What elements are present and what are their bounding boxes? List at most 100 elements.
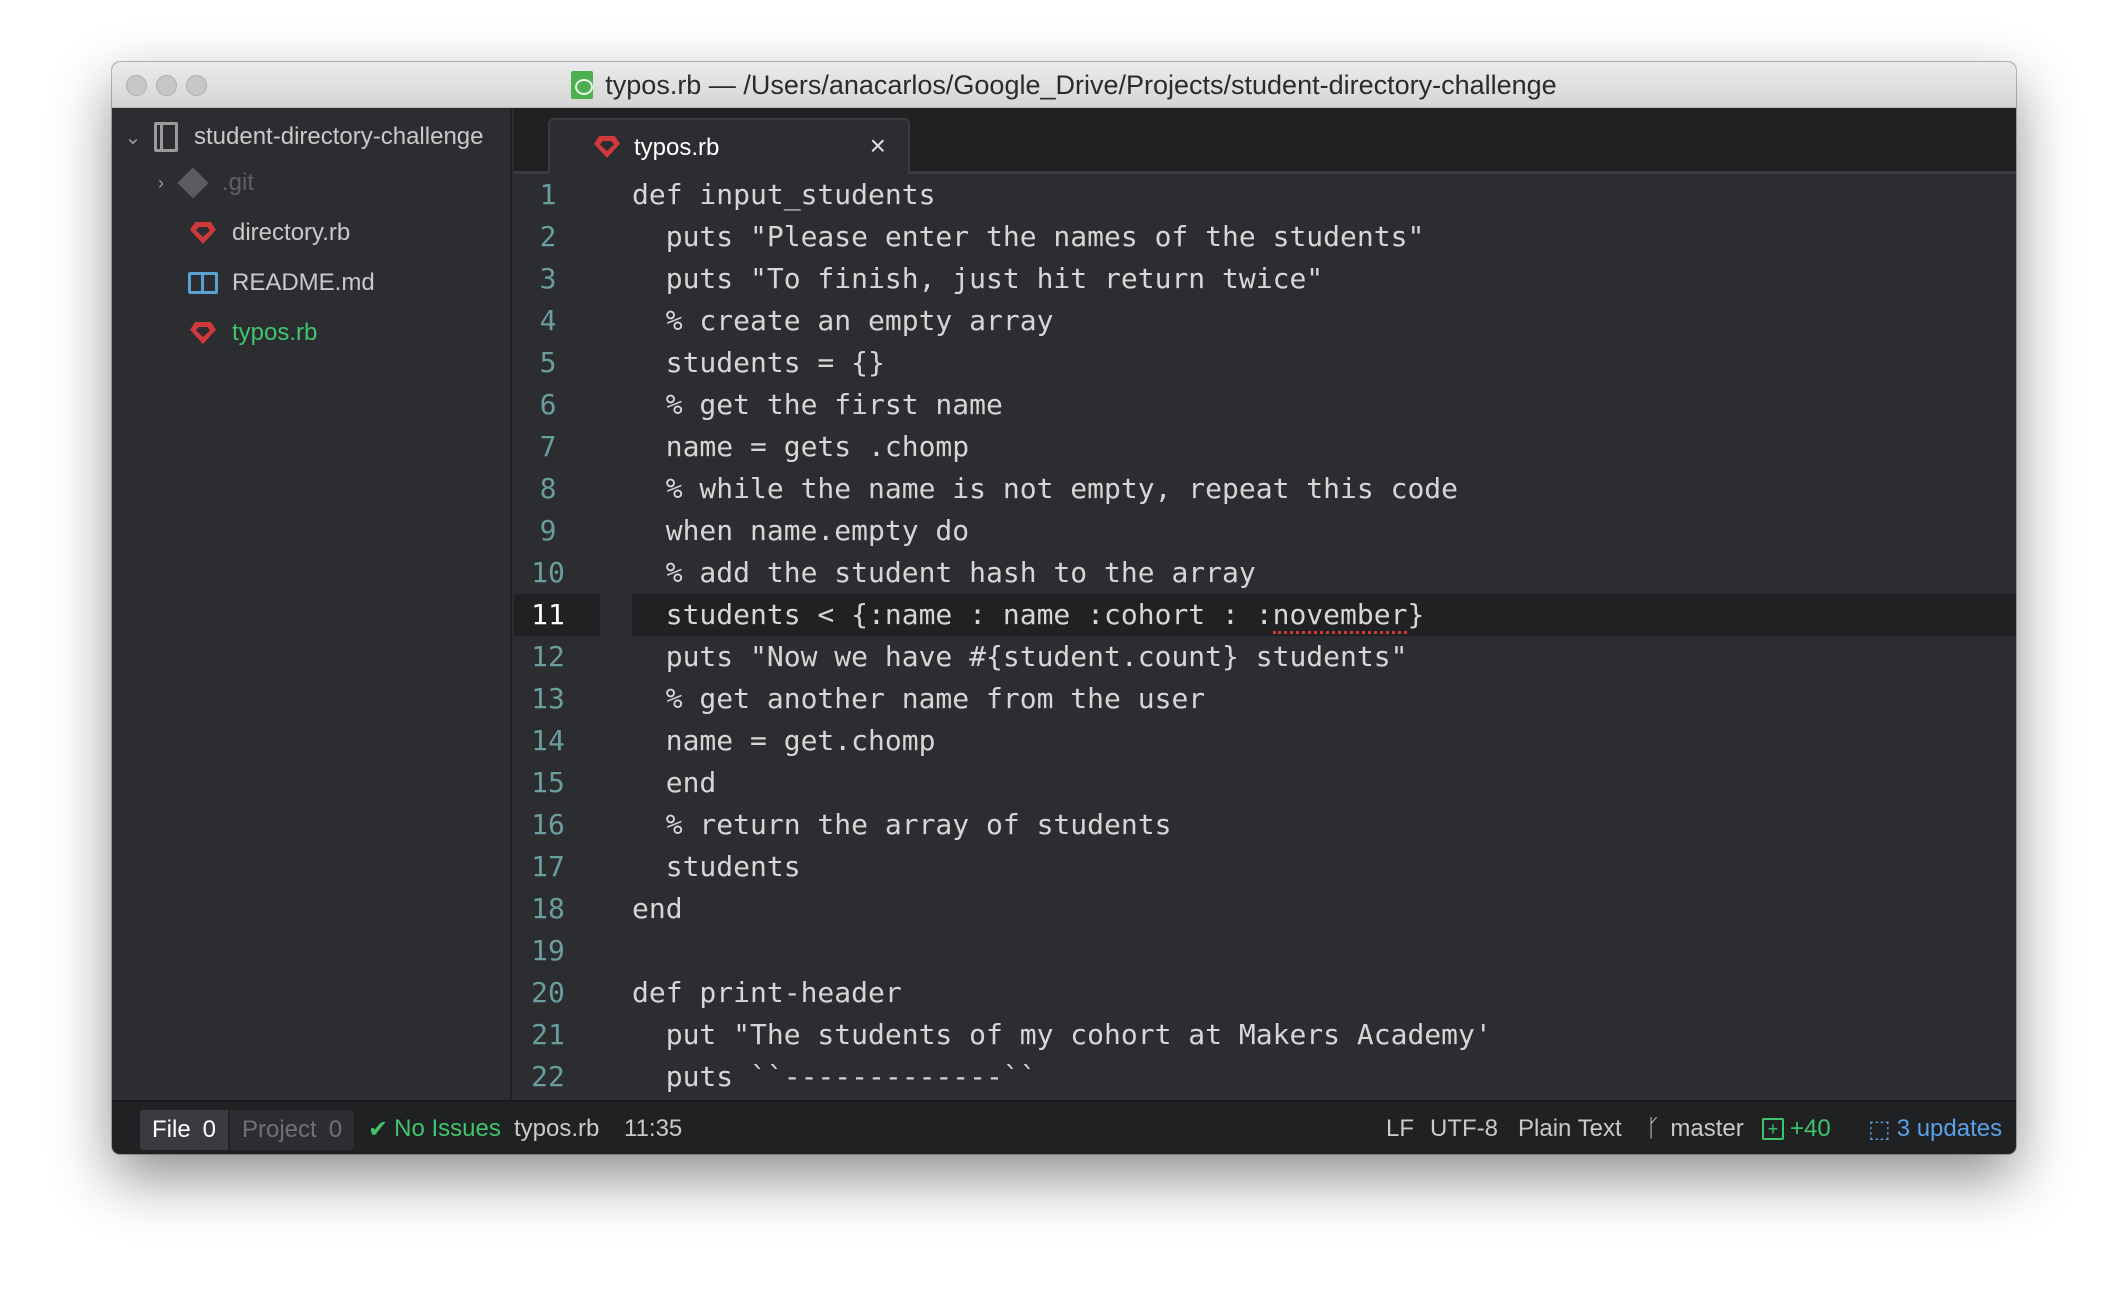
code-text: % while the name is not empty, repeat th… xyxy=(632,472,1459,505)
file-count: 0 xyxy=(202,1116,217,1143)
code-line[interactable]: students < {:name : name :cohort : :nove… xyxy=(632,594,1424,636)
tab-label: typos.rb xyxy=(634,134,720,161)
line-number-gutter: 1 2 3 4 5 6 7 8 9 10 11 12 13 14 15 16 17 18 19 20 21 22 xyxy=(514,174,600,1100)
status-filename[interactable]: typos.rb xyxy=(514,1102,599,1154)
code-line[interactable]: name = gets .chomp xyxy=(632,426,969,468)
ruby-icon xyxy=(188,322,218,344)
diff-count: +40 xyxy=(1790,1115,1831,1142)
line-number[interactable]: 21 xyxy=(514,1014,582,1056)
chevron-right-icon[interactable]: › xyxy=(146,173,176,194)
repo-icon xyxy=(154,122,178,152)
close-icon[interactable]: × xyxy=(870,130,886,162)
tree-item-typos-rb[interactable]: typos.rb xyxy=(188,308,317,358)
code-text: % create an empty array xyxy=(632,304,1054,337)
tree-item-label: .git xyxy=(222,169,255,196)
line-number[interactable]: 19 xyxy=(514,930,582,972)
line-ending[interactable]: LF xyxy=(1386,1102,1414,1154)
line-number[interactable]: 8 xyxy=(514,468,582,510)
package-updates[interactable]: ⬚ 3 updates xyxy=(1868,1102,2002,1154)
line-number[interactable]: 5 xyxy=(514,342,582,384)
code-line[interactable]: % while the name is not empty, repeat th… xyxy=(632,468,1458,510)
tree-view: ⌄ student-directory-challenge › .git dir… xyxy=(112,108,512,1100)
tree-item-directory-rb[interactable]: directory.rb xyxy=(188,208,350,258)
project-label: Project xyxy=(242,1116,317,1143)
linter-project-count[interactable]: Project 0 xyxy=(230,1110,355,1150)
line-number[interactable]: 10 xyxy=(514,552,582,594)
line-number[interactable]: 9 xyxy=(514,510,582,552)
line-number[interactable]: 22 xyxy=(514,1056,582,1098)
ruby-icon xyxy=(188,222,218,244)
code-line[interactable]: def print-header xyxy=(632,972,902,1014)
tab-typos-rb[interactable]: typos.rb × xyxy=(548,118,910,174)
line-number[interactable]: 2 xyxy=(514,216,582,258)
branch-label: master xyxy=(1670,1115,1744,1142)
line-number[interactable]: 16 xyxy=(514,804,582,846)
code-text: def print-header xyxy=(632,976,902,1009)
linter-file-count[interactable]: File 0 xyxy=(140,1110,229,1150)
line-number[interactable]: 1 xyxy=(514,174,582,216)
code-line[interactable]: % create an empty array xyxy=(632,300,1054,342)
cursor-position[interactable]: 11:35 xyxy=(624,1102,682,1154)
code-text: % return the array of students xyxy=(632,808,1172,841)
code-text: name = gets .chomp xyxy=(632,430,970,463)
code-text: def input_students xyxy=(632,178,936,211)
encoding[interactable]: UTF-8 xyxy=(1430,1102,1498,1154)
code-line[interactable]: % return the array of students xyxy=(632,804,1172,846)
status-bar: File 0 Project 0 ✔ No Issues typos.rb 11… xyxy=(112,1100,2016,1154)
code-text: % get another name from the user xyxy=(632,682,1206,715)
code-line[interactable]: def input_students xyxy=(632,174,935,216)
document-icon xyxy=(571,71,594,99)
editor-window: typos.rb — /Users/anacarlos/Google_Drive… xyxy=(112,62,2016,1154)
tab-bar: typos.rb × xyxy=(514,108,2016,174)
code-text: % get the first name xyxy=(632,388,1003,421)
tree-item-readme[interactable]: README.md xyxy=(188,258,375,308)
code-line[interactable]: when name.empty do xyxy=(632,510,969,552)
code-text: % add the student hash to the array xyxy=(632,556,1256,589)
git-branch[interactable]: ᚴ master xyxy=(1646,1102,1744,1154)
code-text: puts "Now we have #{student.count} stude… xyxy=(632,640,1408,673)
spell-error-word[interactable]: november xyxy=(1272,598,1408,634)
line-number[interactable]: 7 xyxy=(514,426,582,468)
code-line[interactable]: end xyxy=(632,888,683,930)
tree-item-label: directory.rb xyxy=(232,219,351,246)
tree-item-label: typos.rb xyxy=(232,319,318,346)
code-line[interactable]: students = {} xyxy=(632,342,885,384)
line-number[interactable]: 20 xyxy=(514,972,582,1014)
code-line[interactable]: puts "Please enter the names of the stud… xyxy=(632,216,1425,258)
line-number[interactable]: 17 xyxy=(514,846,582,888)
code-line[interactable]: students xyxy=(632,846,801,888)
code-line[interactable]: puts "To finish, just hit return twice" xyxy=(632,258,1323,300)
package-icon: ⬚ xyxy=(1868,1115,1891,1143)
line-number[interactable]: 6 xyxy=(514,384,582,426)
code-text: name = get.chomp xyxy=(632,724,936,757)
code-line[interactable]: % get the first name xyxy=(632,384,1003,426)
code-line[interactable]: % add the student hash to the array xyxy=(632,552,1256,594)
line-number[interactable]: 14 xyxy=(514,720,582,762)
line-number[interactable]: 12 xyxy=(514,636,582,678)
issues-status[interactable]: ✔ No Issues xyxy=(368,1102,501,1154)
code-line[interactable]: end xyxy=(632,762,717,804)
updates-label: 3 updates xyxy=(1896,1115,2003,1142)
line-number[interactable]: 18 xyxy=(514,888,582,930)
line-number[interactable]: 15 xyxy=(514,762,582,804)
project-root[interactable]: ⌄ student-directory-challenge xyxy=(118,112,484,162)
line-number[interactable]: 13 xyxy=(514,678,582,720)
tree-item-git[interactable]: › .git xyxy=(146,158,254,208)
line-number[interactable]: 4 xyxy=(514,300,582,342)
code-editor[interactable]: 1 2 3 4 5 6 7 8 9 10 11 12 13 14 15 16 17 18 19 20 21 22 def … xyxy=(514,174,2016,1100)
line-number[interactable]: 3 xyxy=(514,258,582,300)
code-line[interactable]: % get another name from the user xyxy=(632,678,1205,720)
grammar-selector[interactable]: Plain Text xyxy=(1518,1102,1622,1154)
window-title-text: typos.rb — /Users/anacarlos/Google_Drive… xyxy=(605,69,1557,100)
checkmark-icon: ✔ xyxy=(368,1115,389,1143)
code-line[interactable]: name = get.chomp xyxy=(632,720,936,762)
issues-label: No Issues xyxy=(394,1115,501,1142)
title-bar: typos.rb — /Users/anacarlos/Google_Drive… xyxy=(112,62,2016,108)
code-line[interactable]: put "The students of my cohort at Makers… xyxy=(632,1014,1492,1056)
code-line[interactable]: puts ``-------------`` xyxy=(632,1056,1037,1098)
git-diff-status[interactable]: + +40 xyxy=(1762,1102,1831,1154)
chevron-down-icon[interactable]: ⌄ xyxy=(118,125,148,150)
line-number[interactable]: 11 xyxy=(514,594,600,636)
project-root-label: student-directory-challenge xyxy=(194,123,484,150)
code-line[interactable]: puts "Now we have #{student.count} stude… xyxy=(632,636,1408,678)
